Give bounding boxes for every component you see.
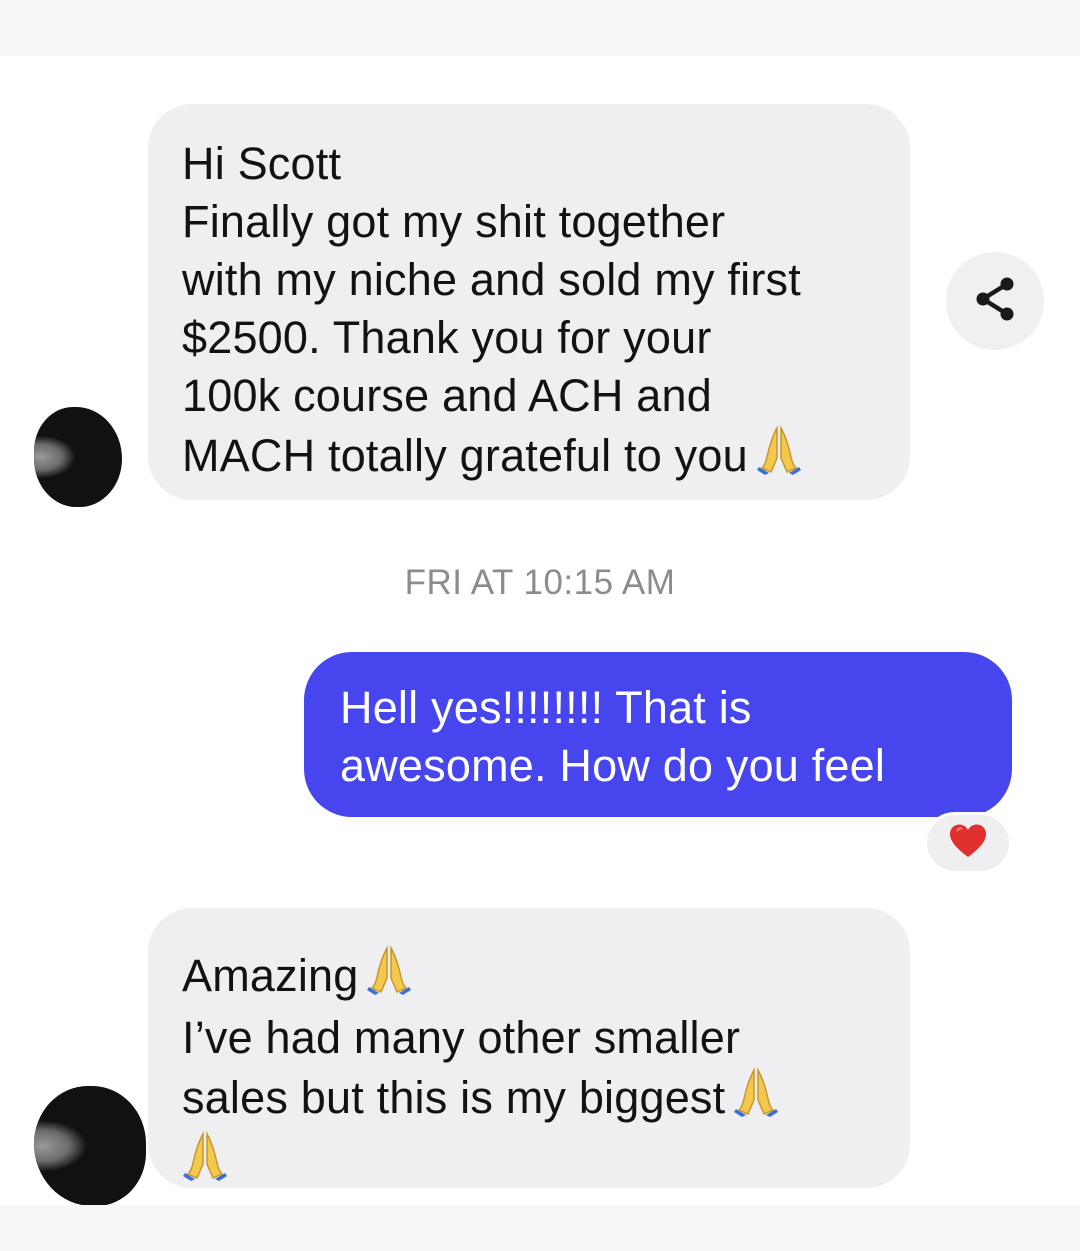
contact-avatar[interactable] [34, 1086, 146, 1206]
heart-icon [948, 823, 988, 864]
contact-avatar[interactable] [34, 407, 122, 507]
message-line-with-emoji: sales but this is my biggest [182, 1067, 876, 1131]
folded-hands-icon [733, 1067, 779, 1131]
avatar-edge [34, 407, 122, 507]
share-button[interactable] [946, 252, 1044, 350]
message-line: with my niche and sold my first [182, 254, 801, 305]
folded-hands-icon [366, 945, 412, 1009]
bottom-bar-background [0, 1205, 1080, 1251]
conversation-view: Hi Scott Finally got my shit together wi… [0, 0, 1080, 1251]
folded-hands-icon [756, 425, 802, 489]
message-line: Hell yes!!!!!!!! That is [340, 682, 752, 733]
message-line-with-emoji: MACH totally grateful to you [182, 425, 876, 489]
message-line: I’ve had many other smaller [182, 1012, 741, 1063]
outgoing-message-bubble[interactable]: Hell yes!!!!!!!! That is awesome. How do… [304, 652, 1012, 817]
message-line-text: Amazing [182, 950, 359, 1001]
message-line: 100k course and ACH and [182, 370, 712, 421]
share-icon [973, 275, 1017, 328]
message-line-with-emoji: Amazing [182, 945, 876, 1009]
message-line-text: sales but this is my biggest [182, 1072, 726, 1123]
avatar-edge [34, 1086, 146, 1206]
message-reaction[interactable] [924, 812, 1012, 874]
folded-hands-icon [182, 1131, 228, 1195]
message-timestamp: FRI AT 10:15 AM [404, 563, 676, 602]
top-bar-background [0, 0, 1080, 56]
incoming-message-bubble[interactable]: Hi Scott Finally got my shit together wi… [148, 104, 910, 500]
message-line: $2500. Thank you for your [182, 312, 712, 363]
message-line-emoji-only [182, 1131, 876, 1195]
incoming-message-bubble[interactable]: Amazing I’ve had many other smaller sale… [148, 908, 910, 1188]
message-line: Hi Scott [182, 138, 342, 189]
message-line: awesome. How do you feel [340, 740, 886, 791]
message-line: Finally got my shit together [182, 196, 726, 247]
message-line-text: MACH totally grateful to you [182, 430, 748, 481]
